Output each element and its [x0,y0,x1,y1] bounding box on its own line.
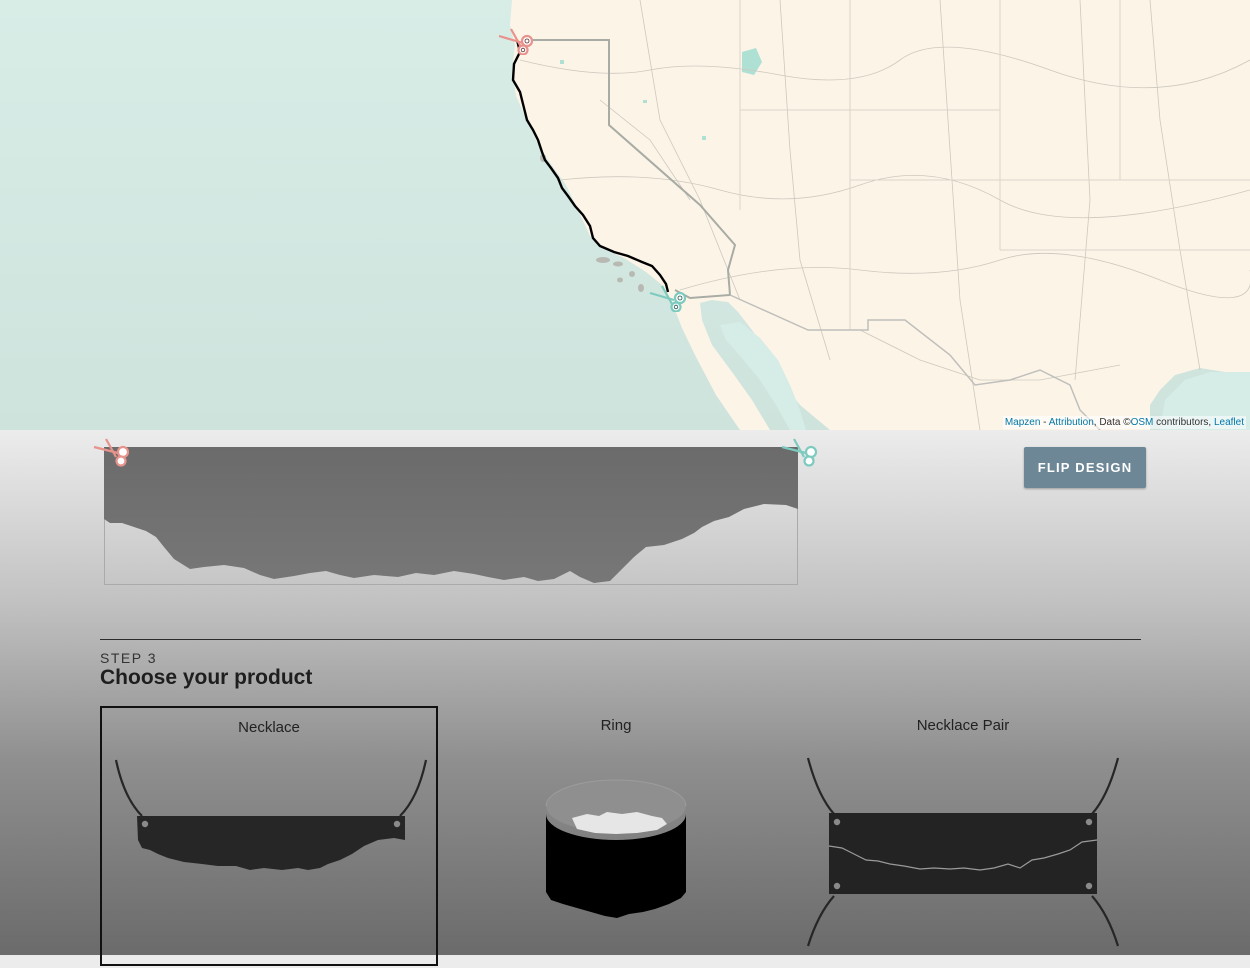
pair-chain-bottom-left [806,895,835,947]
route-map[interactable]: Mapzen - Attribution, Data ©OSM contribu… [0,0,1250,430]
product-card-necklace-pair[interactable]: Necklace Pair [794,706,1132,966]
leaflet-link[interactable]: Leaflet [1214,417,1244,428]
product-label-necklace: Necklace [238,719,300,736]
step-label: STEP 3 [100,650,157,666]
necklace-hole-right [393,820,401,828]
attribution-contributors-text: contributors, [1153,417,1214,428]
attribution-link[interactable]: Attribution [1049,417,1094,428]
map-canvas[interactable] [0,0,1250,430]
design-end-scissors-icon[interactable] [780,437,822,467]
map-attribution: Mapzen - Attribution, Data ©OSM contribu… [1002,416,1246,429]
route-start-scissors-icon[interactable] [497,27,539,55]
necklace-pendant [137,816,405,870]
route-end-scissors-icon[interactable] [648,284,690,312]
attribution-data-text: , Data © [1093,417,1131,428]
product-card-necklace[interactable]: Necklace [100,706,438,966]
osm-link[interactable]: OSM [1131,417,1154,428]
step-title: Choose your product [100,666,313,689]
pair-hole-top-right [1085,818,1093,826]
necklace-preview [114,759,428,870]
pair-chain-top-left [806,757,835,815]
pair-hole-bottom-right [1085,882,1093,890]
necklace-chain-left [114,759,143,817]
product-label-necklace-pair: Necklace Pair [916,717,1010,734]
necklace-hole-left [141,820,149,828]
design-start-scissors-icon[interactable] [92,437,134,467]
pair-pendant [829,813,1097,894]
attribution-separator: - [1040,417,1049,428]
flip-design-button[interactable]: FLIP DESIGN [1024,447,1146,488]
ring-preview [545,779,687,918]
product-card-ring[interactable]: Ring [447,706,785,966]
pair-hole-top-left [833,818,841,826]
pair-chain-top-right [1091,757,1120,815]
section-divider [100,639,1141,640]
necklace-chain-right [399,759,428,817]
pair-chain-bottom-right [1091,895,1120,947]
mapzen-link[interactable]: Mapzen [1005,417,1041,428]
design-preview [104,447,798,583]
product-label-ring: Ring [600,717,632,734]
pair-hole-bottom-left [833,882,841,890]
necklace-pair-preview [806,757,1120,947]
preview-coastline-shape [104,447,798,583]
